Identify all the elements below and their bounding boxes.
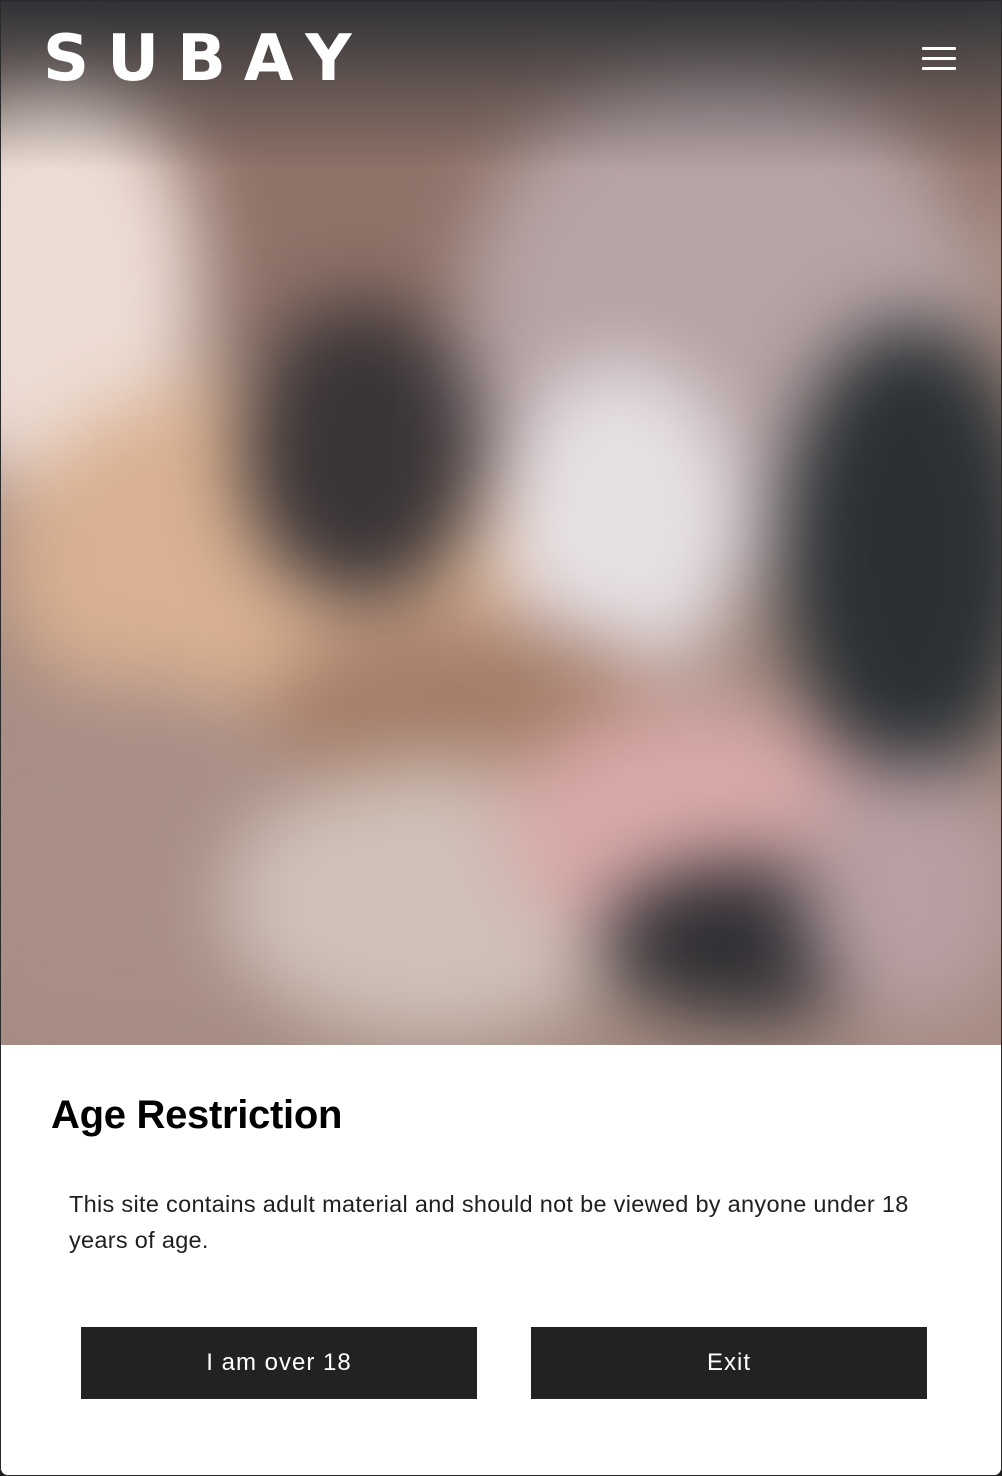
hero-background-image: [1, 1, 1001, 1045]
hamburger-menu-icon[interactable]: [919, 45, 959, 73]
age-restriction-title: Age Restriction: [51, 1093, 343, 1137]
confirm-age-button[interactable]: I am over 18: [81, 1327, 477, 1399]
exit-button[interactable]: Exit: [531, 1327, 927, 1399]
age-restriction-message: This site contains adult material and sh…: [69, 1191, 909, 1253]
site-logo[interactable]: SUBAY: [43, 27, 370, 91]
age-restriction-panel: Age Restriction This site contains adult…: [1, 1045, 1001, 1475]
age-gate-page: SUBAY Age Restriction This site contains…: [0, 0, 1002, 1476]
